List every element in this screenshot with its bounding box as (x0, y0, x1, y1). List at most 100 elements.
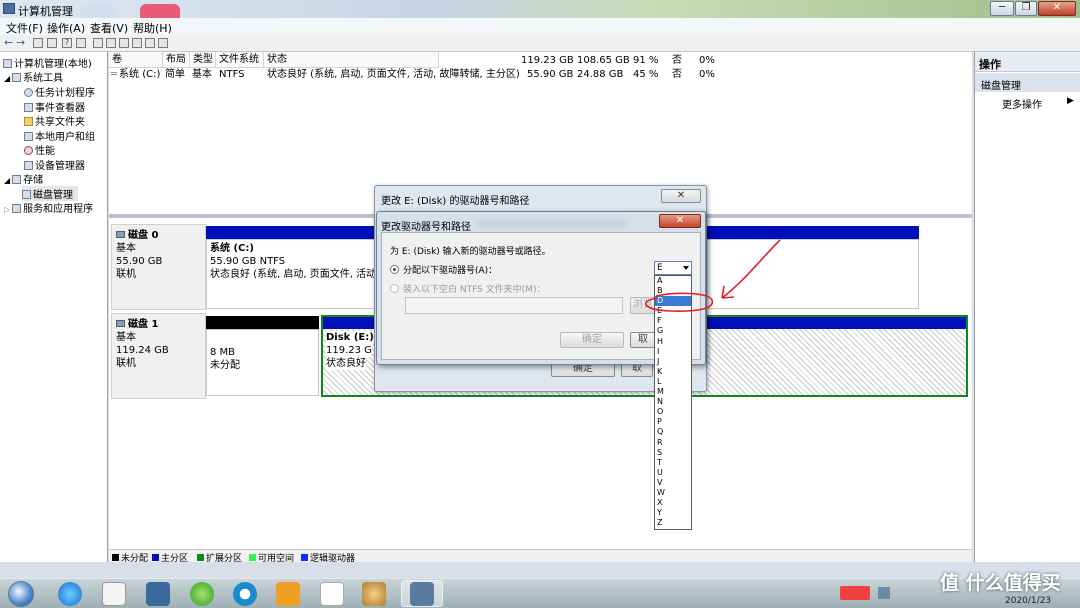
drive-letter-option[interactable]: L (655, 377, 691, 387)
annotation-arrow (721, 239, 781, 299)
taskbar-date[interactable]: 2020/1/23 (1005, 596, 1051, 606)
menu-help[interactable]: 帮助(H) (133, 20, 172, 36)
menu-file[interactable]: 文件(F) (6, 20, 43, 36)
row1-free: 108.65 GB (577, 55, 630, 66)
up-folder-icon[interactable] (33, 38, 43, 48)
mount-path-input[interactable] (405, 297, 623, 314)
game-icon[interactable] (146, 582, 170, 606)
forward-arrow-icon[interactable]: → (16, 36, 25, 49)
drive-letter-option[interactable]: H (655, 337, 691, 347)
tree-item-local-users[interactable]: 本地用户和组 (24, 128, 95, 143)
maximize-button[interactable]: ❐ (1015, 1, 1037, 16)
tree-item-system-tools[interactable]: ◢ 系统工具 (4, 69, 63, 84)
mount-folder-option[interactable]: 装入以下空白 NTFS 文件夹中(M)： (390, 282, 545, 295)
drive-letter-option[interactable]: O (655, 407, 691, 417)
settings-icon[interactable] (158, 38, 168, 48)
expand-icon[interactable]: ◢ (4, 74, 10, 83)
row1-overhead: 0% (699, 55, 715, 66)
tree-item-device-manager[interactable]: 设备管理器 (24, 157, 85, 172)
start-button[interactable] (8, 581, 34, 607)
drive-letter-option[interactable]: Q (655, 427, 691, 437)
column-header-filesystem[interactable]: 文件系统 (216, 52, 264, 68)
tree-item-storage[interactable]: ◢ 存储 (4, 171, 43, 186)
drive-letter-option[interactable]: S (655, 448, 691, 458)
drive-letter-option[interactable]: N (655, 397, 691, 407)
menu-view[interactable]: 查看(V) (90, 20, 128, 36)
export-icon[interactable] (93, 38, 103, 48)
row2-percent: 45 % (633, 69, 659, 80)
column-header-layout[interactable]: 布局 (163, 52, 190, 68)
more-actions-link[interactable]: 更多操作 (1002, 96, 1042, 111)
drive-letter-option[interactable]: Z (655, 518, 691, 528)
tree-item-root[interactable]: 计算机管理(本地) (3, 55, 92, 70)
inner-cancel-button[interactable]: 取 (630, 332, 656, 348)
input-method-icon[interactable] (840, 586, 870, 600)
mount-folder-radio[interactable] (390, 284, 399, 293)
properties-icon[interactable] (76, 38, 86, 48)
open-icon[interactable] (119, 38, 129, 48)
collapse-icon[interactable]: ▷ (4, 205, 10, 214)
green-app-icon[interactable] (190, 582, 214, 606)
back-arrow-icon[interactable]: ← (4, 36, 13, 49)
assign-letter-radio[interactable] (390, 265, 399, 274)
drive-letter-option[interactable]: K (655, 367, 691, 377)
drive-letter-option[interactable]: R (655, 438, 691, 448)
toolbar: ← → ? (0, 35, 1080, 52)
tree-item-performance[interactable]: 性能 (24, 142, 55, 157)
drive-letter-option[interactable]: G (655, 326, 691, 336)
package-icon[interactable] (276, 582, 300, 606)
legend-extended: 扩展分区 (197, 551, 242, 564)
close-button[interactable]: ✕ (1038, 1, 1076, 16)
more-actions-arrow-icon[interactable]: ▶ (1067, 96, 1074, 106)
column-header-status[interactable]: 状态 (264, 52, 439, 68)
minimize-button[interactable]: ─ (990, 1, 1014, 16)
refresh-icon[interactable] (132, 38, 142, 48)
column-header-type[interactable]: 类型 (190, 52, 216, 68)
actions-section-disk-management[interactable]: 磁盘管理 (975, 73, 1080, 92)
tree-item-event-viewer[interactable]: 事件查看器 (24, 99, 85, 114)
disk1-label[interactable]: 磁盘 1 基本 119.24 GB 联机 (111, 313, 206, 399)
menu-action[interactable]: 操作(A) (47, 20, 85, 36)
tree-item-services-apps[interactable]: ▷ 服务和应用程序 (4, 200, 93, 215)
notepad-icon[interactable] (320, 582, 344, 606)
tree-item-task-scheduler[interactable]: 任务计划程序 (24, 84, 95, 99)
search-icon[interactable] (145, 38, 155, 48)
disk-management-icon (22, 190, 31, 199)
search-app-icon[interactable] (233, 582, 257, 606)
disk0-label[interactable]: 磁盘 0 基本 55.90 GB 联机 (111, 224, 206, 310)
drive-letter-option[interactable]: X (655, 498, 691, 508)
title-bar[interactable]: 计算机管理 ─ ❐ ✕ (0, 0, 1080, 18)
menu-bar: 文件(F) 操作(A) 查看(V) 帮助(H) (0, 18, 1080, 35)
tree-item-disk-management[interactable]: 磁盘管理 (22, 186, 78, 201)
outer-dialog-close-button[interactable]: ✕ (661, 189, 701, 203)
legend-free-space: 可用空间 (249, 551, 294, 564)
show-hide-tree-icon[interactable] (47, 38, 57, 48)
expand-icon[interactable]: ◢ (4, 176, 10, 185)
storage-icon (12, 175, 22, 184)
disk1-unallocated[interactable]: 8 MB 未分配 (206, 329, 319, 396)
drive-letter-option[interactable]: Y (655, 508, 691, 518)
legend-swatch (152, 554, 159, 561)
drive-letter-option[interactable]: V (655, 478, 691, 488)
inner-dialog-close-button[interactable]: ✕ (659, 214, 701, 228)
tree-item-shared-folders[interactable]: 共享文件夹 (24, 113, 85, 128)
paint-icon[interactable] (362, 582, 386, 606)
drive-letter-option[interactable]: P (655, 417, 691, 427)
volume-icon: ═ (111, 69, 118, 80)
delete-icon[interactable] (106, 38, 116, 48)
drive-letter-option[interactable]: W (655, 488, 691, 498)
drive-letter-option[interactable]: M (655, 387, 691, 397)
inner-ok-button[interactable]: 确定 (560, 332, 624, 348)
drive-letter-option[interactable]: J (655, 357, 691, 367)
drive-letter-option[interactable]: I (655, 347, 691, 357)
drive-letter-option[interactable]: U (655, 468, 691, 478)
help-icon[interactable]: ? (62, 38, 72, 48)
network-icon[interactable] (878, 587, 890, 599)
assign-letter-option[interactable]: 分配以下驱动器号(A)： (390, 263, 497, 276)
row2-status: 状态良好 (系统, 启动, 页面文件, 活动, 故障转储, 主分区) (267, 69, 520, 80)
column-header-volume[interactable]: 卷 (109, 52, 163, 68)
drive-letter-option[interactable]: T (655, 458, 691, 468)
window-title: 计算机管理 (18, 5, 73, 18)
internet-explorer-icon[interactable] (58, 582, 82, 606)
solitaire-icon[interactable] (102, 582, 126, 606)
